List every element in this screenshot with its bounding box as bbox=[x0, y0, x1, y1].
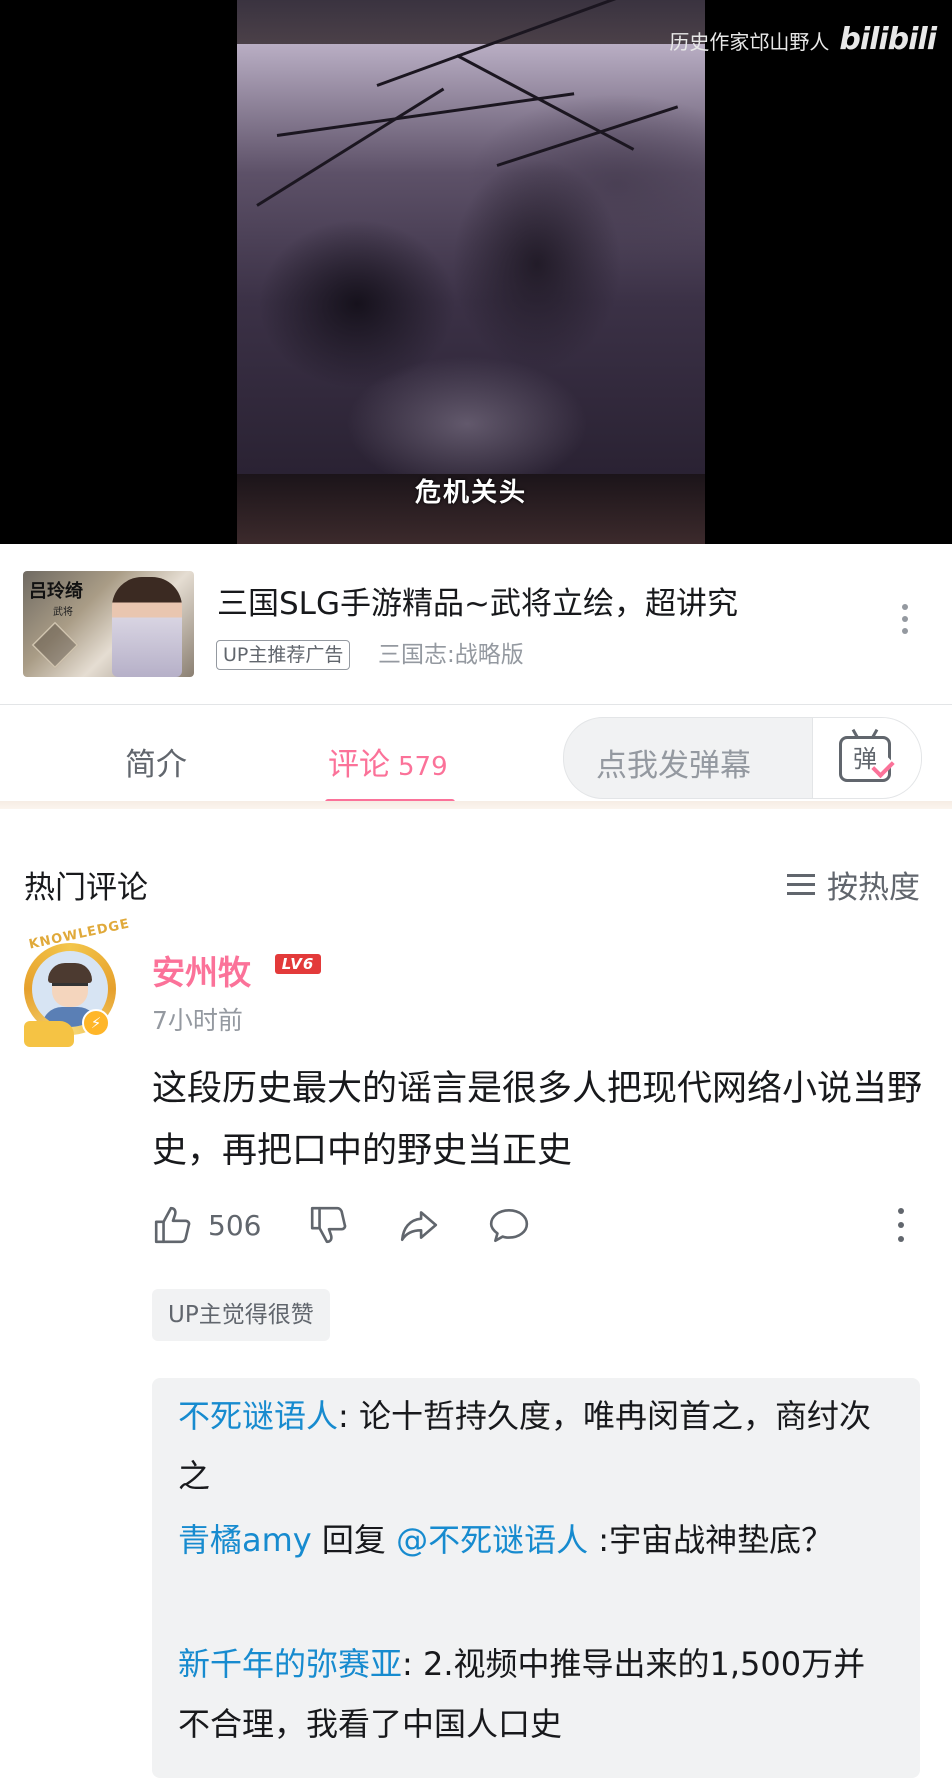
reply-separator bbox=[312, 1521, 322, 1559]
reply-item[interactable]: 青橘amy 回复 @不死谜语人 :宇宙战神垫底？ bbox=[178, 1510, 878, 1570]
spear-line bbox=[456, 54, 635, 151]
bilibili-logo: bilibili bbox=[839, 22, 937, 57]
reply-text: :宇宙战神垫底？ bbox=[588, 1521, 834, 1559]
lightning-badge-icon: ⚡ bbox=[82, 1009, 110, 1037]
sort-label: 按热度 bbox=[827, 870, 920, 906]
tab-comments[interactable]: 评论 579 bbox=[328, 739, 448, 784]
ad-thumbnail-title: 吕玲绮 bbox=[29, 581, 83, 602]
dislike-button[interactable] bbox=[308, 1204, 350, 1246]
video-frame: 危机关头 bbox=[237, 0, 705, 544]
like-count: 506 bbox=[208, 1208, 262, 1242]
avatar[interactable]: KNOWLEDGE ⚡ bbox=[10, 916, 131, 1055]
ad-thumbnail-emblem bbox=[31, 621, 79, 669]
danmaku-placeholder: 点我发弹幕 bbox=[596, 748, 751, 784]
ad-thumbnail-character bbox=[112, 577, 182, 677]
ad-thumbnail[interactable]: 吕玲绮 武将 bbox=[23, 571, 194, 677]
comment-time: 7小时前 bbox=[152, 1006, 243, 1035]
reply-separator: : bbox=[338, 1397, 359, 1435]
reply-separator: : bbox=[402, 1645, 423, 1683]
reply-keyword: 回复 bbox=[321, 1521, 397, 1559]
sort-button[interactable]: 按热度 bbox=[787, 862, 920, 907]
tab-comments-count: 579 bbox=[398, 752, 448, 782]
sort-lines-icon bbox=[787, 868, 815, 901]
ad-source: 三国志:战略版 bbox=[378, 642, 524, 668]
video-subtitle: 危机关头 bbox=[414, 478, 527, 508]
reply-button[interactable] bbox=[488, 1204, 530, 1246]
tab-comments-label: 评论 bbox=[328, 747, 390, 783]
watermark-author: 历史作家邙山野人 bbox=[669, 30, 830, 54]
hot-comments-title: 热门评论 bbox=[24, 870, 148, 906]
share-button[interactable] bbox=[398, 1204, 440, 1246]
video-frame-top-band bbox=[237, 0, 705, 44]
like-button[interactable]: 506 bbox=[152, 1204, 261, 1246]
ad-title[interactable]: 三国SLG手游精品~武将立绘，超讲究 bbox=[217, 578, 738, 623]
spear-line bbox=[496, 105, 679, 167]
comment-username[interactable]: 安州牧 bbox=[152, 946, 251, 994]
video-player[interactable]: 危机关头 历史作家邙山野人 bilibili bbox=[0, 0, 952, 544]
cheese-icon bbox=[24, 1021, 74, 1047]
ad-thumbnail-subtitle: 武将 bbox=[53, 607, 73, 618]
video-watermark: 历史作家邙山野人 bilibili bbox=[669, 22, 937, 57]
reply-item[interactable]: 新千年的弥赛亚: 2.视频中推导出来的1,500万并不合理，我看了中国人口史 bbox=[178, 1634, 878, 1754]
thumbs-down-icon bbox=[310, 1206, 347, 1244]
reply-mention[interactable]: @不死谜语人 bbox=[396, 1521, 588, 1559]
tab-bar: 简介 评论 579 点我发弹幕 弹 bbox=[0, 704, 952, 809]
ad-more-icon[interactable] bbox=[902, 604, 908, 640]
spear-line bbox=[256, 87, 445, 207]
ad-tag: UP主推荐广告 bbox=[216, 640, 351, 670]
tab-intro[interactable]: 简介 bbox=[125, 739, 187, 784]
thumbs-up-icon bbox=[154, 1206, 191, 1244]
level-badge: LV6 bbox=[275, 954, 321, 974]
reply-preview-box[interactable]: 不死谜语人: 论十哲持久度，唯冉闵首之，商纣次之 青橘amy 回复 @不死谜语人… bbox=[152, 1378, 920, 1778]
comment-more-icon[interactable] bbox=[898, 1204, 904, 1246]
share-icon bbox=[400, 1211, 438, 1242]
up-liked-badge: UP主觉得很赞 bbox=[152, 1289, 330, 1341]
tab-bar-shadow bbox=[0, 801, 952, 809]
reply-username[interactable]: 新千年的弥赛亚 bbox=[178, 1645, 402, 1683]
ad-card[interactable]: 吕玲绮 武将 三国SLG手游精品~武将立绘，超讲究 UP主推荐广告 三国志:战略… bbox=[0, 544, 952, 704]
video-scene bbox=[237, 0, 705, 474]
comment-text: 这段历史最大的谣言是很多人把现代网络小说当野史，再把口中的野史当正史 bbox=[152, 1069, 923, 1171]
reply-item[interactable]: 不死谜语人: 论十哲持久度，唯冉闵首之，商纣次之 bbox=[178, 1386, 878, 1506]
reply-username[interactable]: 不死谜语人 bbox=[178, 1397, 338, 1435]
reply-username[interactable]: 青橘amy bbox=[178, 1521, 312, 1559]
comment-bubble-icon bbox=[489, 1208, 529, 1243]
danmaku-toggle-button[interactable]: 弹 bbox=[812, 718, 921, 798]
danmaku-input[interactable]: 点我发弹幕 弹 bbox=[563, 717, 922, 799]
comment-actions: 506 bbox=[152, 1204, 922, 1254]
